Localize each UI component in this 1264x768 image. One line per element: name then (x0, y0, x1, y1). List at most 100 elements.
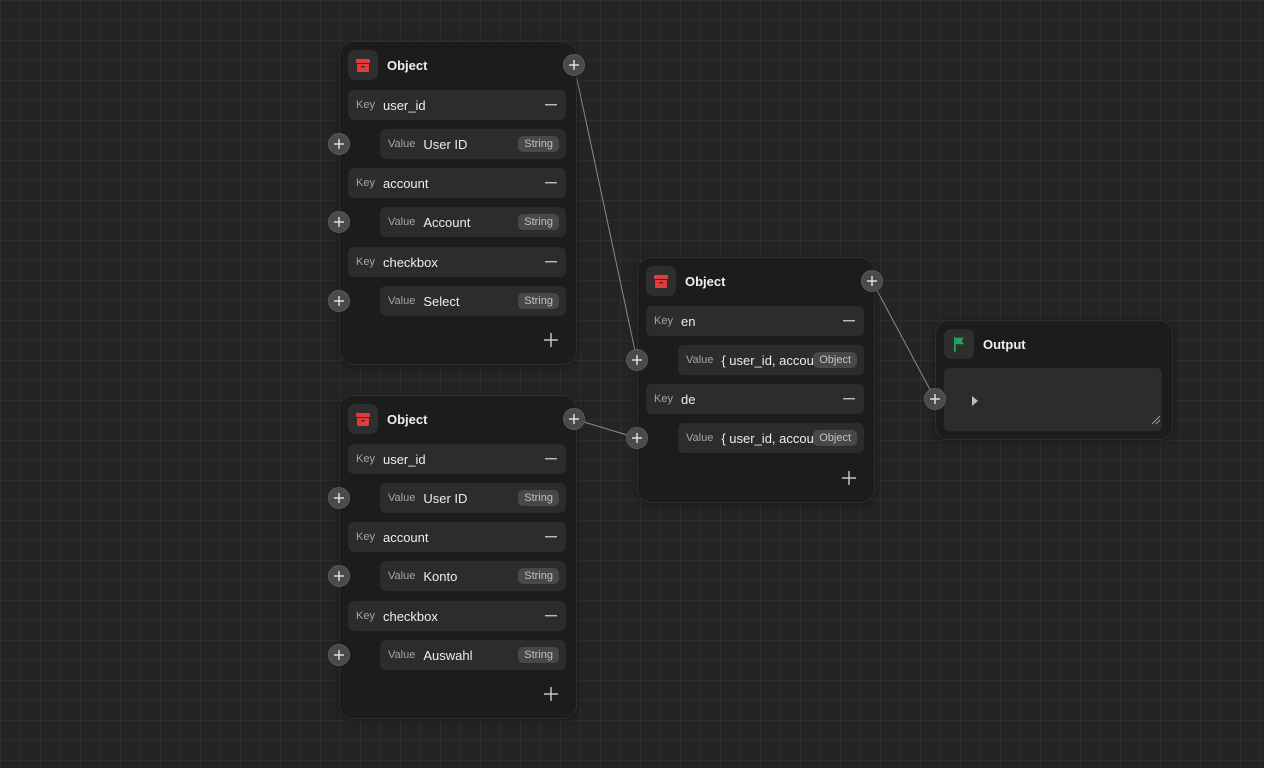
type-badge: String (518, 647, 559, 663)
add-field-button[interactable] (839, 468, 859, 488)
value-label: Value (388, 570, 416, 582)
type-badge: String (518, 568, 559, 584)
value-input[interactable]: Auswahl (423, 648, 518, 663)
object-node-de[interactable]: Object Key user_id Value User ID String … (339, 395, 577, 719)
key-label: Key (356, 610, 375, 622)
value-input[interactable]: User ID (423, 137, 518, 152)
value-row-user-id: Value User ID String (380, 129, 566, 159)
key-input[interactable]: en (681, 314, 840, 329)
key-input[interactable]: checkbox (383, 255, 542, 270)
node-canvas[interactable]: Object Key user_id Value User ID String … (0, 0, 1264, 768)
value-label: Value (388, 295, 416, 307)
output-handle-de[interactable] (563, 408, 585, 430)
output-preview[interactable] (944, 368, 1162, 431)
wire-locales-to-output (871, 280, 936, 400)
key-input[interactable]: user_id (383, 452, 542, 467)
key-input[interactable]: account (383, 530, 542, 545)
remove-field-button[interactable] (542, 450, 560, 468)
output-node[interactable]: Output (935, 320, 1173, 440)
value-label: Value (388, 649, 416, 661)
key-input[interactable]: user_id (383, 98, 542, 113)
resize-handle-icon[interactable] (1151, 411, 1161, 429)
input-handle-checkbox[interactable] (328, 644, 350, 666)
type-badge: String (518, 490, 559, 506)
key-label: Key (356, 531, 375, 543)
remove-field-button[interactable] (542, 528, 560, 546)
value-row-account: Value Account String (380, 207, 566, 237)
archive-box-icon (348, 50, 378, 80)
node-header: Object (646, 266, 725, 296)
value-input[interactable]: { user_id, account, checkbox } (721, 353, 813, 368)
node-header: Output (944, 329, 1026, 359)
remove-field-button[interactable] (542, 253, 560, 271)
type-badge: String (518, 293, 559, 309)
value-label: Value (686, 354, 714, 366)
node-header: Object (348, 404, 427, 434)
type-badge: String (518, 136, 559, 152)
output-handle-en[interactable] (563, 54, 585, 76)
input-handle-de[interactable] (626, 427, 648, 449)
key-label: Key (654, 393, 673, 405)
type-badge: String (518, 214, 559, 230)
key-input[interactable]: de (681, 392, 840, 407)
key-row-account: Key account (348, 522, 566, 552)
value-row-checkbox: Value Select String (380, 286, 566, 316)
key-input[interactable]: account (383, 176, 542, 191)
input-handle-user-id[interactable] (328, 133, 350, 155)
input-handle-checkbox[interactable] (328, 290, 350, 312)
output-handle-locales[interactable] (861, 270, 883, 292)
key-row-user-id: Key user_id (348, 444, 566, 474)
key-row-account: Key account (348, 168, 566, 198)
input-handle-account[interactable] (328, 565, 350, 587)
key-row-checkbox: Key checkbox (348, 247, 566, 277)
node-title: Object (387, 411, 428, 427)
value-input[interactable]: Konto (423, 569, 518, 584)
remove-field-button[interactable] (542, 607, 560, 625)
key-row-user-id: Key user_id (348, 90, 566, 120)
key-label: Key (356, 177, 375, 189)
remove-field-button[interactable] (840, 390, 858, 408)
object-node-en[interactable]: Object Key user_id Value User ID String … (339, 41, 577, 365)
value-input[interactable]: { user_id, account, checkbox } (721, 431, 813, 446)
input-handle-en[interactable] (626, 349, 648, 371)
value-label: Value (388, 492, 416, 504)
remove-field-button[interactable] (542, 96, 560, 114)
value-label: Value (388, 216, 416, 228)
add-field-button[interactable] (541, 684, 561, 704)
value-input[interactable]: Select (423, 294, 518, 309)
input-handle-output[interactable] (924, 388, 946, 410)
input-handle-account[interactable] (328, 211, 350, 233)
add-field-button[interactable] (541, 330, 561, 350)
node-title: Object (387, 57, 428, 73)
expand-caret-icon[interactable] (972, 393, 978, 411)
input-handle-user-id[interactable] (328, 487, 350, 509)
key-row-de: Key de (646, 384, 864, 414)
flag-icon (944, 329, 974, 359)
value-input[interactable]: Account (423, 215, 518, 230)
value-row-de: Value { user_id, account, checkbox } Obj… (678, 423, 864, 453)
key-label: Key (654, 315, 673, 327)
key-label: Key (356, 256, 375, 268)
value-row-user-id: Value User ID String (380, 483, 566, 513)
type-badge: Object (813, 430, 857, 446)
node-header: Object (348, 50, 427, 80)
value-label: Value (388, 138, 416, 150)
remove-field-button[interactable] (840, 312, 858, 330)
object-node-locales[interactable]: Object Key en Value { user_id, account, … (637, 257, 875, 503)
key-row-en: Key en (646, 306, 864, 336)
value-row-account: Value Konto String (380, 561, 566, 591)
archive-box-icon (646, 266, 676, 296)
remove-field-button[interactable] (542, 174, 560, 192)
wire-en-to-locales (573, 64, 638, 361)
type-badge: Object (813, 352, 857, 368)
key-label: Key (356, 453, 375, 465)
value-input[interactable]: User ID (423, 491, 518, 506)
value-label: Value (686, 432, 714, 444)
value-row-en: Value { user_id, account, checkbox } Obj… (678, 345, 864, 375)
key-label: Key (356, 99, 375, 111)
archive-box-icon (348, 404, 378, 434)
node-title: Output (983, 336, 1026, 352)
key-row-checkbox: Key checkbox (348, 601, 566, 631)
node-title: Object (685, 273, 726, 289)
key-input[interactable]: checkbox (383, 609, 542, 624)
